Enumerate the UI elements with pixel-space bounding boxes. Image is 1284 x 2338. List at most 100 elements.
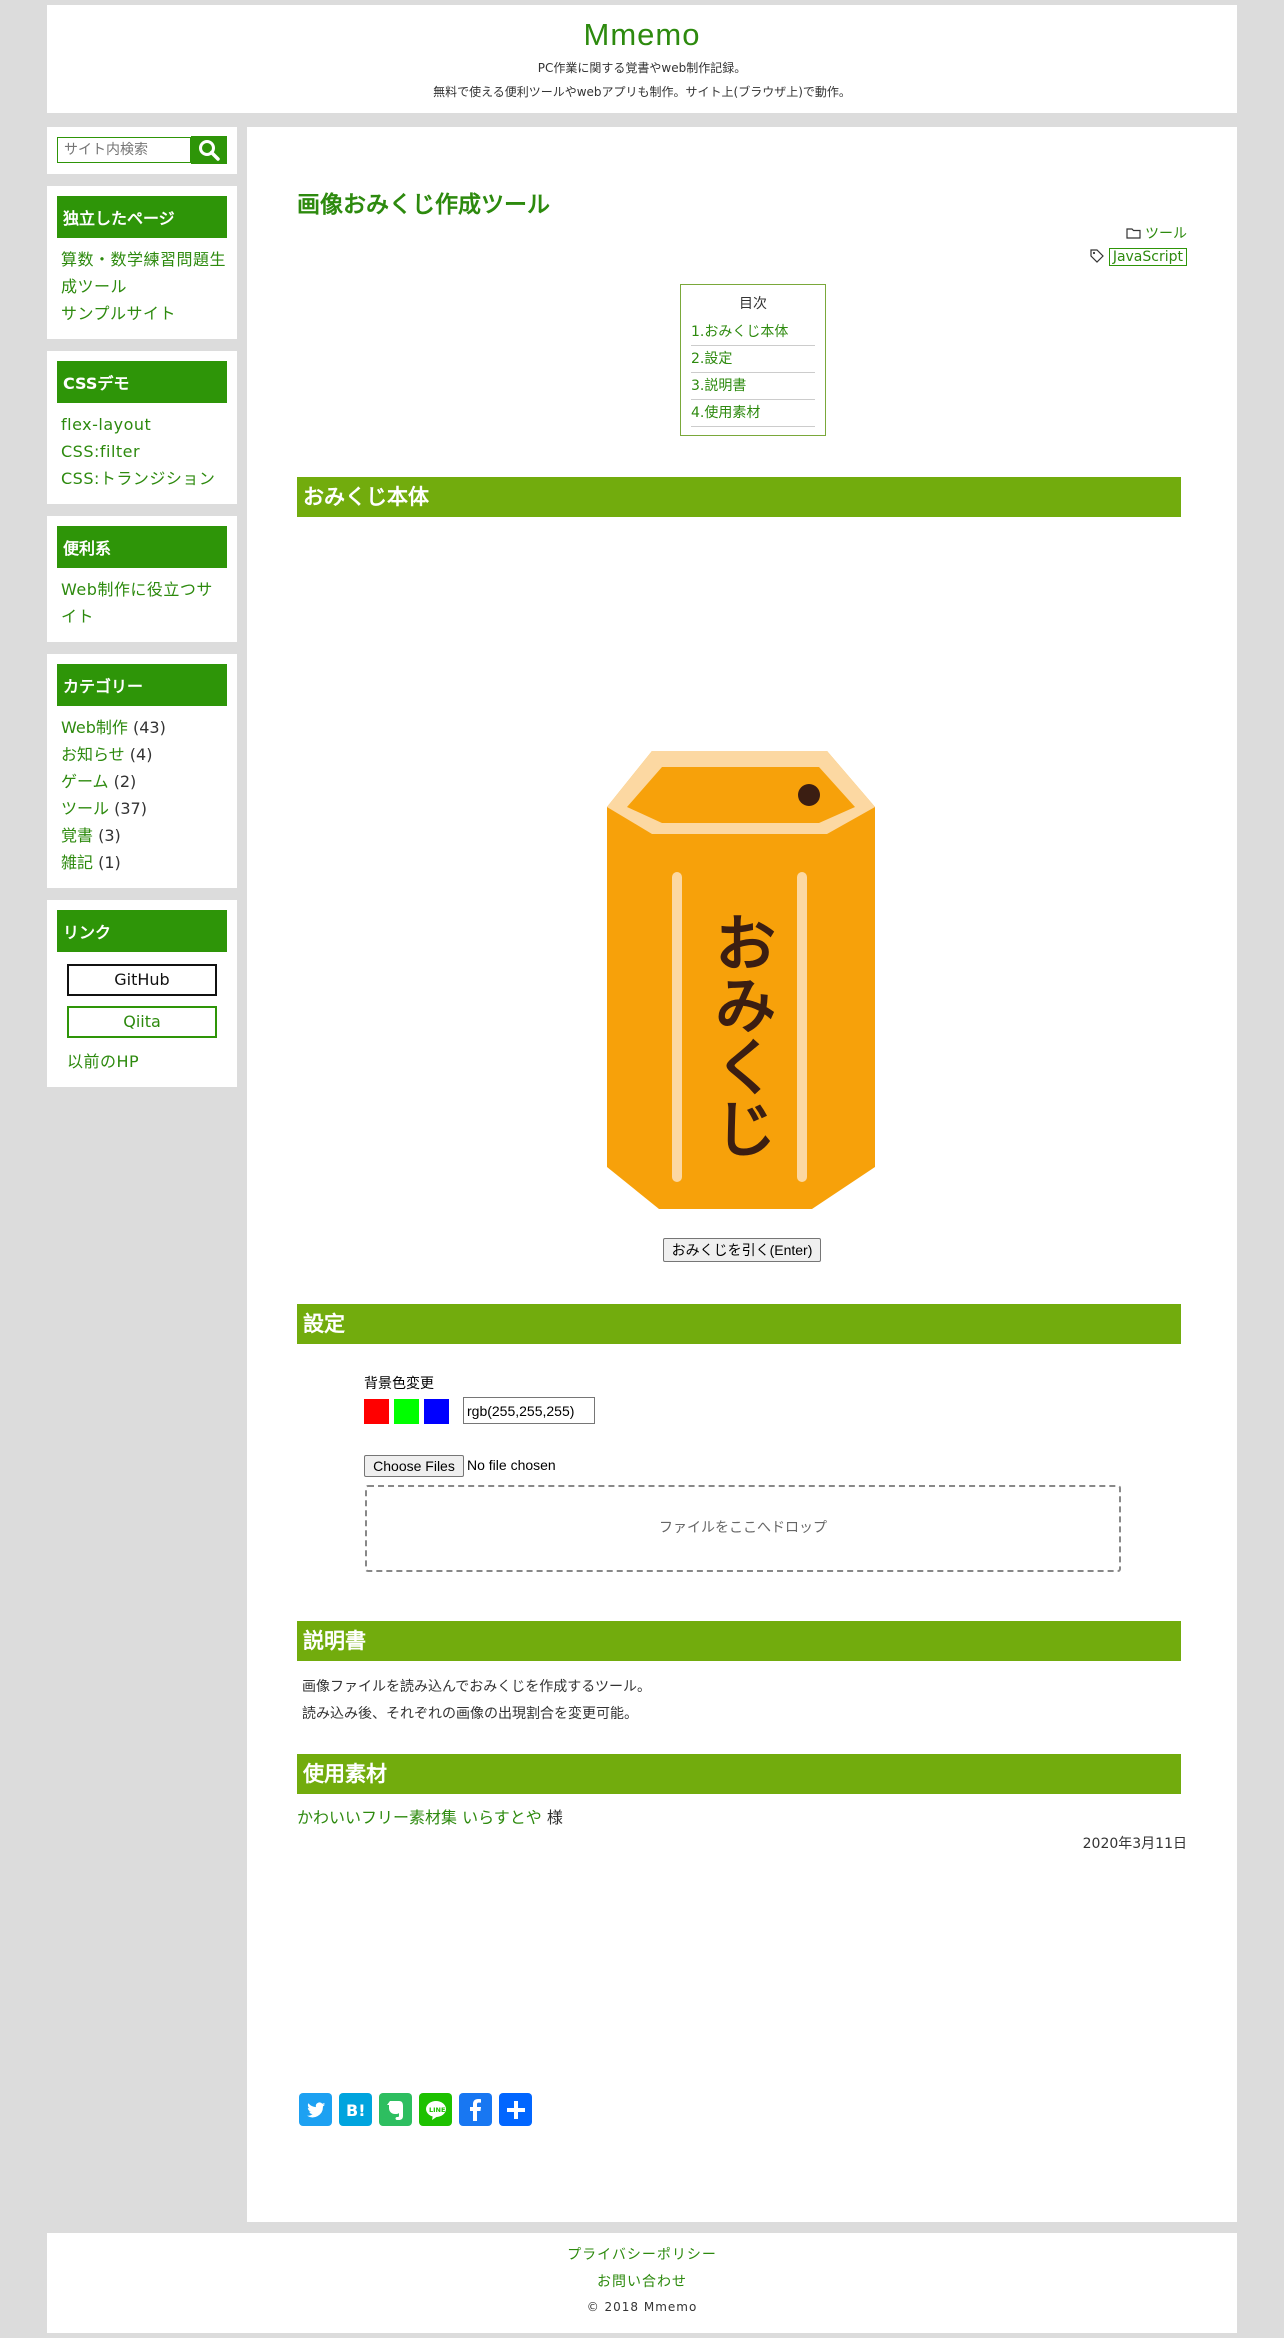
evernote-icon — [386, 2100, 403, 2120]
file-status: No file chosen — [467, 1457, 556, 1473]
category-link[interactable]: Web制作 — [61, 718, 128, 737]
category-count: (37) — [114, 799, 147, 818]
hatena-icon: B! — [346, 2101, 366, 2120]
omikuji-label: おみくじ — [704, 911, 777, 1159]
widget-title: 便利系 — [57, 526, 227, 568]
swatch-blue[interactable] — [424, 1399, 449, 1424]
toc-item: 4.使用素材 — [691, 400, 815, 427]
share-plus-icon — [506, 2100, 525, 2119]
site-footer: プライバシーポリシー お問い合わせ © 2018 Mmemo — [47, 2233, 1237, 2333]
toc-item: 1.おみくじ本体 — [691, 319, 815, 346]
draw-omikuji-button[interactable]: おみくじを引く(Enter) — [663, 1238, 821, 1262]
bg-color-label: 背景色変更 — [364, 1376, 434, 1392]
search-widget — [47, 127, 237, 174]
tag-icon — [1090, 249, 1105, 263]
widget-css-demo: CSSデモ flex-layout CSS:filter CSS:トランジション — [47, 351, 237, 504]
site-title[interactable]: Mmemo — [47, 17, 1237, 53]
category-link[interactable]: ツール — [1145, 226, 1187, 242]
sidebar-link-math-tool[interactable]: 算数・数学練習問題生成ツール — [57, 246, 227, 300]
search-icon — [199, 140, 220, 161]
widget-links: リンク GitHub Qiita 以前のHP — [47, 900, 237, 1087]
github-button[interactable]: GitHub — [67, 964, 217, 996]
toc-link-4[interactable]: 4.使用素材 — [691, 405, 760, 421]
widget-categories: カテゴリー Web制作 (43) お知らせ (4) ゲーム (2) ツール (3… — [47, 654, 237, 888]
table-of-contents: 目次 1.おみくじ本体 2.設定 3.説明書 4.使用素材 — [680, 284, 826, 436]
category-count: (1) — [98, 853, 121, 872]
category-item: 覚書 (3) — [57, 822, 227, 849]
sidebar-link-flex-layout[interactable]: flex-layout — [57, 411, 227, 438]
section-heading-omikuji: おみくじ本体 — [297, 477, 1181, 517]
privacy-policy-link[interactable]: プライバシーポリシー — [47, 2242, 1237, 2269]
post-title: 画像おみくじ作成ツール — [297, 192, 550, 218]
share-evernote-button[interactable] — [379, 2093, 412, 2126]
share-hatena-button[interactable]: B! — [339, 2093, 372, 2126]
facebook-icon — [469, 2098, 481, 2121]
line-icon: LINE — [425, 2100, 446, 2120]
twitter-icon — [306, 2101, 325, 2117]
category-link[interactable]: 雑記 — [61, 853, 93, 872]
copyright: © 2018 Mmemo — [586, 2300, 698, 2314]
svg-text:B!: B! — [346, 2101, 366, 2120]
section-heading-manual: 説明書 — [297, 1621, 1181, 1661]
share-line-button[interactable]: LINE — [419, 2093, 452, 2126]
rgb-input[interactable]: rgb(255,255,255) — [463, 1397, 595, 1424]
sidebar-link-web-sites[interactable]: Web制作に役立つサイト — [57, 576, 227, 630]
widget-title: 独立したページ — [57, 196, 227, 238]
swatch-red[interactable] — [364, 1399, 389, 1424]
irasutoya-link[interactable]: かわいいフリー素材集 いらすとや — [297, 1808, 542, 1827]
share-facebook-button[interactable] — [459, 2093, 492, 2126]
category-count: (43) — [132, 718, 166, 737]
toc-item: 2.設定 — [691, 346, 815, 373]
category-link[interactable]: お知らせ — [61, 745, 125, 764]
category-item: ゲーム (2) — [57, 768, 227, 795]
omikuji-image: おみくじ — [607, 751, 875, 1209]
sidebar-link-css-filter[interactable]: CSS:filter — [57, 438, 227, 465]
manual-line-1: 画像ファイルを読み込んでおみくじを作成するツール。 — [302, 1679, 652, 1695]
category-item: Web制作 (43) — [57, 714, 227, 741]
section-heading-materials: 使用素材 — [297, 1754, 1181, 1794]
search-input[interactable] — [57, 137, 191, 163]
category-link[interactable]: 覚書 — [61, 826, 93, 845]
toc-item: 3.説明書 — [691, 373, 815, 400]
category-link[interactable]: ツール — [61, 799, 109, 818]
widget-title: CSSデモ — [57, 361, 227, 403]
site-header: Mmemo PC作業に関する覚書やweb制作記録。 無料で使える便利ツールやwe… — [47, 5, 1237, 113]
widget-pages: 独立したページ 算数・数学練習問題生成ツール サンプルサイト — [47, 186, 237, 339]
toc-title: 目次 — [739, 296, 767, 312]
toc-link-2[interactable]: 2.設定 — [691, 351, 732, 367]
main-content: 画像おみくじ作成ツール ツール JavaScript 目次 1.おみくじ本体 2… — [247, 127, 1237, 2222]
category-count: (4) — [129, 745, 153, 764]
share-twitter-button[interactable] — [299, 2093, 332, 2126]
file-dropzone[interactable]: ファイルをここへドロップ — [365, 1485, 1121, 1572]
sidebar-link-sample-site[interactable]: サンプルサイト — [57, 300, 227, 327]
tag-link[interactable]: JavaScript — [1108, 248, 1187, 266]
post-date: 2020年3月11日 — [1082, 1836, 1187, 1852]
toc-link-3[interactable]: 3.説明書 — [691, 378, 746, 394]
folder-icon — [1125, 228, 1141, 239]
category-count: (3) — [98, 826, 121, 845]
widget-title: カテゴリー — [57, 664, 227, 706]
widget-tools: 便利系 Web制作に役立つサイト — [47, 516, 237, 642]
section-heading-settings: 設定 — [297, 1304, 1181, 1344]
old-hp-link[interactable]: 以前のHP — [57, 1048, 227, 1075]
post-tags: JavaScript — [1090, 248, 1187, 266]
credit-line: かわいいフリー素材集 いらすとや 様 — [297, 1804, 563, 1828]
svg-text:LINE: LINE — [429, 2106, 445, 2114]
site-tagline-2: 無料で使える便利ツールやwebアプリも制作。サイト上(ブラウザ上)で動作。 — [433, 85, 851, 99]
contact-link[interactable]: お問い合わせ — [47, 2269, 1237, 2296]
credit-suffix: 様 — [541, 1808, 563, 1827]
share-more-button[interactable] — [499, 2093, 532, 2126]
category-item: ツール (37) — [57, 795, 227, 822]
choose-files-button[interactable]: Choose Files — [364, 1455, 464, 1477]
swatch-green[interactable] — [394, 1399, 419, 1424]
category-item: 雑記 (1) — [57, 849, 227, 876]
widget-title: リンク — [57, 910, 227, 952]
post-category: ツール — [1125, 223, 1187, 243]
qiita-button[interactable]: Qiita — [67, 1006, 217, 1038]
search-button[interactable] — [191, 136, 227, 164]
category-link[interactable]: ゲーム — [61, 772, 109, 791]
category-item: お知らせ (4) — [57, 741, 227, 768]
sidebar-link-css-transition[interactable]: CSS:トランジション — [57, 465, 227, 492]
toc-link-1[interactable]: 1.おみくじ本体 — [691, 324, 788, 340]
manual-line-2: 読み込み後、それぞれの画像の出現割合を変更可能。 — [302, 1706, 638, 1722]
